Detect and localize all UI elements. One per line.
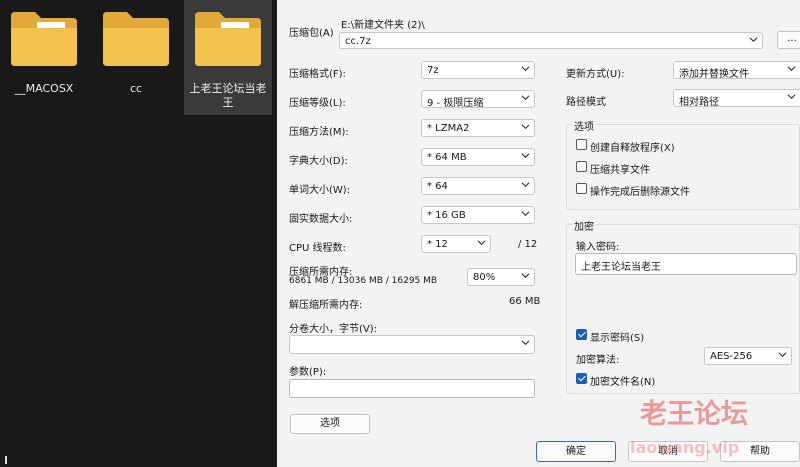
- archive-label: 压缩包(A): [289, 28, 334, 39]
- sfx-label: 创建自释放程序(X): [590, 143, 675, 154]
- shared-checkbox[interactable]: [576, 161, 587, 172]
- show-password-checkbox[interactable]: [576, 329, 587, 340]
- delete-label: 操作完成后删除源文件: [590, 187, 690, 198]
- folder-label: 上老王论坛当老王: [189, 82, 267, 109]
- archive-path: E:\新建文件夹 (2)\: [341, 20, 425, 31]
- cpu-select[interactable]: * 12: [421, 235, 491, 253]
- params-input[interactable]: [289, 379, 535, 398]
- dict-label: 字典大小(D):: [289, 156, 348, 167]
- word-select[interactable]: * 64: [421, 177, 535, 195]
- file-explorer-pane: __MACOSX cc 上老王论坛当老王: [0, 0, 275, 467]
- split-label: 分卷大小，字节(V):: [289, 324, 378, 335]
- word-label: 单词大小(W):: [289, 185, 351, 196]
- mem-decomp-value: 66 MB: [509, 296, 541, 307]
- archive-name-combo[interactable]: cc.7z: [339, 32, 763, 49]
- level-label: 压缩等级(L):: [289, 98, 346, 109]
- mem-decomp-label: 解压缩所需内存:: [289, 300, 363, 311]
- params-label: 参数(P):: [289, 367, 327, 378]
- solid-select[interactable]: * 16 GB: [421, 206, 535, 224]
- method-value: * LZMA2: [427, 123, 470, 134]
- folder-tile-selected[interactable]: 上老王论坛当老王: [184, 0, 272, 115]
- sfx-checkbox[interactable]: [576, 139, 587, 150]
- pathmode-value: 相对路径: [679, 97, 719, 108]
- chevron-down-icon: [521, 182, 530, 188]
- archive-name-value: cc.7z: [345, 36, 371, 47]
- mem-percent-value: 80%: [473, 272, 496, 283]
- update-value: 添加并替换文件: [679, 69, 749, 80]
- folder-icon: [11, 12, 77, 66]
- word-value: * 64: [427, 181, 448, 192]
- show-password-label: 显示密码(S): [590, 333, 645, 344]
- update-label: 更新方式(U):: [566, 69, 625, 80]
- password-input[interactable]: 上老王论坛当老王: [575, 253, 797, 275]
- cpu-total: / 12: [518, 239, 538, 250]
- solid-label: 固实数据大小:: [289, 214, 353, 225]
- chevron-down-icon: [521, 124, 530, 130]
- method-select[interactable]: * LZMA2: [421, 119, 535, 137]
- split-select[interactable]: [289, 335, 535, 354]
- folder-label: cc: [129, 82, 143, 95]
- level-select[interactable]: 9 - 极限压缩: [421, 90, 535, 109]
- pathmode-label: 路径模式: [566, 97, 606, 108]
- folder-icon: [103, 12, 169, 66]
- pathmode-select[interactable]: 相对路径: [673, 89, 800, 108]
- password-label: 输入密码:: [576, 242, 620, 253]
- format-select[interactable]: 7z: [421, 61, 535, 79]
- encrypt-group-title: 加密: [572, 218, 596, 233]
- dict-select[interactable]: * 64 MB: [421, 148, 535, 166]
- encrypt-method-label: 加密算法:: [576, 355, 620, 366]
- encrypt-names-checkbox[interactable]: [576, 373, 587, 384]
- encrypt-method-select[interactable]: AES-256: [704, 347, 792, 365]
- mem-percent-select[interactable]: 80%: [467, 268, 535, 286]
- chevron-down-icon: [521, 95, 530, 101]
- chevron-down-icon: [521, 66, 530, 72]
- ok-button[interactable]: 确定: [536, 441, 616, 462]
- dict-value: * 64 MB: [427, 152, 467, 163]
- format-value: 7z: [427, 65, 439, 76]
- browse-button[interactable]: ...: [777, 31, 800, 49]
- folder-tile-cc[interactable]: cc: [92, 0, 180, 100]
- chevron-down-icon: [521, 273, 530, 279]
- format-label: 压缩格式(F):: [289, 69, 346, 80]
- chevron-down-icon: [787, 66, 796, 72]
- chevron-down-icon: [787, 94, 796, 100]
- chevron-down-icon: [477, 240, 486, 246]
- options-group-title: 选项: [572, 118, 596, 133]
- chevron-down-icon: [749, 37, 758, 43]
- encrypt-names-label: 加密文件名(N): [590, 377, 656, 388]
- level-value: 9 - 极限压缩: [427, 98, 484, 109]
- delete-checkbox[interactable]: [576, 183, 587, 194]
- cpu-label: CPU 线程数:: [289, 243, 346, 254]
- folder-icon: [195, 12, 261, 66]
- options-button[interactable]: 选项: [290, 414, 370, 434]
- update-select[interactable]: 添加并替换文件: [673, 61, 800, 80]
- cpu-value: * 12: [427, 239, 448, 250]
- watermark-text-cn: 老王论坛: [640, 399, 748, 430]
- shared-label: 压缩共享文件: [590, 165, 650, 176]
- chevron-down-icon: [521, 211, 530, 217]
- mem-comp-detail: 6861 MB / 13036 MB / 16295 MB: [289, 276, 438, 286]
- chevron-down-icon: [521, 153, 530, 159]
- chevron-down-icon: [521, 340, 530, 346]
- solid-value: * 16 GB: [427, 210, 466, 221]
- password-value: 上老王论坛当老王: [581, 262, 661, 273]
- folder-tile-macosx[interactable]: __MACOSX: [0, 0, 88, 100]
- chevron-down-icon: [778, 352, 787, 358]
- text-cursor: [5, 456, 7, 464]
- method-label: 压缩方法(M):: [289, 127, 349, 138]
- folder-label: __MACOSX: [14, 82, 74, 95]
- encrypt-method-value: AES-256: [710, 351, 753, 362]
- watermark-text-en: laowang.vip: [630, 438, 740, 457]
